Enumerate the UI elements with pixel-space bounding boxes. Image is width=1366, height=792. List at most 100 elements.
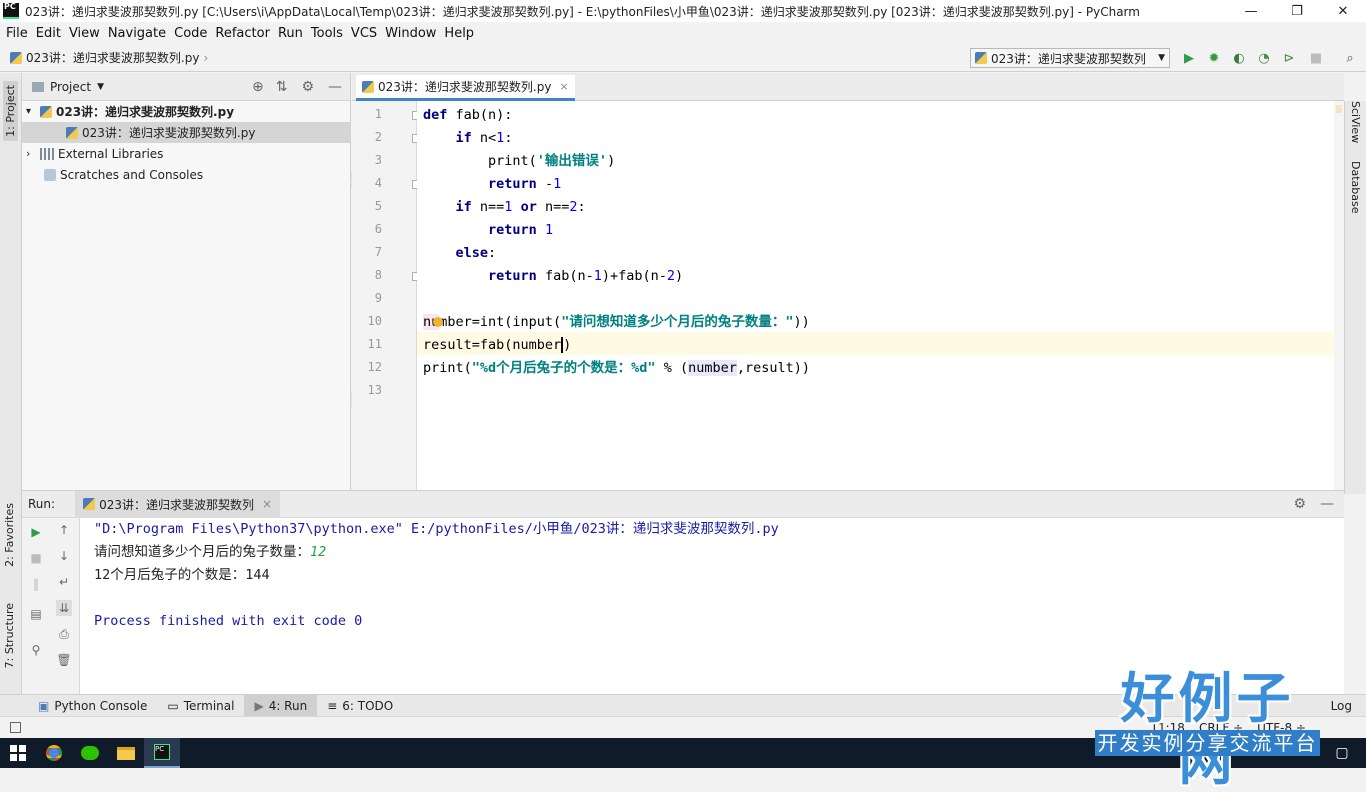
run-tab[interactable]: 023讲：递归求斐波那契数列 × <box>75 490 281 518</box>
tree-item-file[interactable]: 023讲：递归求斐波那契数列.py <box>22 122 351 143</box>
menu-code[interactable]: Code <box>170 26 211 41</box>
menu-file[interactable]: File <box>2 26 32 41</box>
project-panel-title[interactable]: Project <box>50 80 91 94</box>
menu-window[interactable]: Window <box>381 26 440 41</box>
run-console[interactable]: "D:\Program Files\Python37\python.exe" E… <box>80 518 1344 694</box>
arrow-down-icon[interactable]: ↓ <box>56 548 72 564</box>
title-bar: PC 023讲：递归求斐波那契数列.py [C:\Users\i\AppData… <box>0 0 1366 22</box>
coverage-icon[interactable]: ◐ <box>1231 50 1247 66</box>
run-configuration-select[interactable]: 023讲：递归求斐波那契数列 ▼ <box>970 48 1170 68</box>
hide-icon[interactable]: — <box>328 79 342 95</box>
pin-icon[interactable]: ⚲ <box>28 642 44 658</box>
gear-icon[interactable]: ⚙ <box>1293 496 1306 512</box>
code-editor[interactable]: def fab(n): if n<1: print('输出错误') return… <box>417 101 1334 490</box>
tab-label: 4: Run <box>268 698 308 713</box>
tab-terminal[interactable]: ▭ Terminal <box>157 695 244 717</box>
todo-icon: ≡ <box>327 698 338 713</box>
restore-button[interactable]: ❐ <box>1274 0 1320 22</box>
menu-vcs[interactable]: VCS <box>347 26 381 41</box>
menu-help[interactable]: Help <box>440 26 478 41</box>
left-tool-strip: 1: Project 2: Favorites 7: Structure <box>0 73 22 694</box>
run-icon[interactable]: ▶ <box>1181 50 1197 66</box>
hide-icon[interactable]: — <box>1320 496 1334 512</box>
print-icon[interactable]: ⎙ <box>56 626 72 642</box>
tab-structure[interactable]: 7: Structure <box>3 603 16 668</box>
chevron-right-icon[interactable]: › <box>26 147 40 160</box>
line-number: 12 <box>367 360 382 374</box>
scroll-to-end-icon[interactable]: ⇊ <box>56 600 72 616</box>
menu-view[interactable]: View <box>65 26 104 41</box>
debug-icon[interactable]: ✹ <box>1206 50 1222 66</box>
tree-item-scratches[interactable]: Scratches and Consoles <box>22 164 351 185</box>
breadcrumb-file[interactable]: 023讲：递归求斐波那契数列.py <box>26 49 199 66</box>
bottom-tool-bar: ▣ Python Console ▭ Terminal ▶ 4: Run ≡ 6… <box>0 694 1366 717</box>
project-panel: Project ▼ ⊕ ⇅ ⚙ — ▾ 023讲：递归求斐波那契数列.py 02… <box>22 73 351 490</box>
tab-sciview[interactable]: SciView <box>1349 101 1362 143</box>
chevron-down-icon[interactable]: ▼ <box>97 82 104 92</box>
tree-item-external-libraries[interactable]: › External Libraries <box>22 143 351 164</box>
profile-icon[interactable]: ◔ <box>1256 50 1272 66</box>
notification-icon[interactable]: ▢ <box>1324 738 1360 768</box>
code-line: print('输出错误') <box>423 153 616 169</box>
stop-icon[interactable]: ■ <box>1308 50 1324 66</box>
chevron-down-icon[interactable]: ▾ <box>26 106 40 117</box>
python-file-icon <box>10 51 22 64</box>
python-file-icon <box>66 126 78 139</box>
console-output-line: 12个月后兔子的个数是：144 <box>94 567 270 583</box>
python-file-icon <box>975 52 987 64</box>
tab-event-log[interactable]: Log <box>1321 695 1362 717</box>
close-tab-icon[interactable]: × <box>559 80 568 93</box>
pycharm-taskbar-icon[interactable]: PC <box>144 738 180 768</box>
wechat-icon[interactable] <box>72 738 108 768</box>
editor-gutter: 1 2 3 4 5 6 7 8 9 10 11 12 13 <box>352 101 421 490</box>
close-button[interactable]: ✕ <box>1320 0 1366 22</box>
menu-navigate[interactable]: Navigate <box>104 26 170 41</box>
tab-favorites[interactable]: 2: Favorites <box>3 503 16 567</box>
python-file-icon <box>362 80 374 93</box>
chrome-icon[interactable] <box>36 738 72 768</box>
stop-icon[interactable]: ■ <box>28 550 44 566</box>
file-encoding[interactable]: UTF-8 ÷ <box>1257 721 1306 735</box>
locate-icon[interactable]: ⊕ <box>252 79 264 95</box>
gear-icon[interactable]: ⚙ <box>301 79 314 95</box>
cursor-position[interactable]: 11:18 <box>1150 721 1185 735</box>
tool-window-toggle-icon[interactable] <box>10 722 21 733</box>
trash-icon[interactable]: 🗑 <box>56 652 72 668</box>
python-file-icon <box>40 105 52 118</box>
line-separator[interactable]: CRLF ÷ <box>1199 721 1243 735</box>
editor-scrollbar[interactable] <box>1334 101 1344 490</box>
minimize-button[interactable]: — <box>1228 0 1274 22</box>
tab-run[interactable]: ▶ 4: Run <box>244 694 318 717</box>
run-configuration-label: 023讲：递归求斐波那契数列 <box>991 51 1146 66</box>
tab-python-console[interactable]: ▣ Python Console <box>28 695 157 717</box>
menu-refactor[interactable]: Refactor <box>211 26 274 41</box>
line-number: 10 <box>367 314 382 328</box>
windows-start-icon[interactable] <box>0 738 36 768</box>
rerun-icon[interactable]: ▶ <box>28 524 44 540</box>
concurrency-icon[interactable]: ⊳ <box>1281 50 1297 66</box>
editor-tab[interactable]: 023讲：递归求斐波那契数列.py × <box>356 75 575 101</box>
line-number: 1 <box>374 107 382 121</box>
editor-tab-label: 023讲：递归求斐波那契数列.py <box>378 80 552 94</box>
file-explorer-icon[interactable] <box>108 738 144 768</box>
tab-todo[interactable]: ≡ 6: TODO <box>317 695 403 717</box>
tab-project[interactable]: 1: Project <box>3 81 18 141</box>
menu-tools[interactable]: Tools <box>307 26 347 41</box>
tree-item-root-file[interactable]: ▾ 023讲：递归求斐波那契数列.py <box>22 101 351 122</box>
breadcrumb[interactable]: 023讲：递归求斐波那契数列.py › <box>0 49 208 66</box>
collapse-icon[interactable]: ⇅ <box>276 79 288 95</box>
console-output-line: 请问想知道多少个月后的兔子数量：12 <box>94 541 326 563</box>
arrow-up-icon[interactable]: ↑ <box>56 522 72 538</box>
python-console-icon: ▣ <box>38 698 50 713</box>
intention-bulb-icon[interactable] <box>433 317 443 327</box>
inspection-marker[interactable] <box>1336 105 1342 113</box>
soft-wrap-icon[interactable]: ↵ <box>56 574 72 590</box>
close-tab-icon[interactable]: × <box>262 497 272 511</box>
tab-database[interactable]: Database <box>1349 161 1362 214</box>
navigation-bar: 023讲：递归求斐波那契数列.py › 023讲：递归求斐波那契数列 ▼ ▶ ✹… <box>0 44 1366 72</box>
pause-icon[interactable]: ‖ <box>28 576 44 592</box>
menu-run[interactable]: Run <box>274 26 307 41</box>
search-everywhere-icon[interactable]: ⌕ <box>1342 50 1358 66</box>
layout-icon[interactable]: ▤ <box>28 606 44 622</box>
menu-edit[interactable]: Edit <box>32 26 65 41</box>
